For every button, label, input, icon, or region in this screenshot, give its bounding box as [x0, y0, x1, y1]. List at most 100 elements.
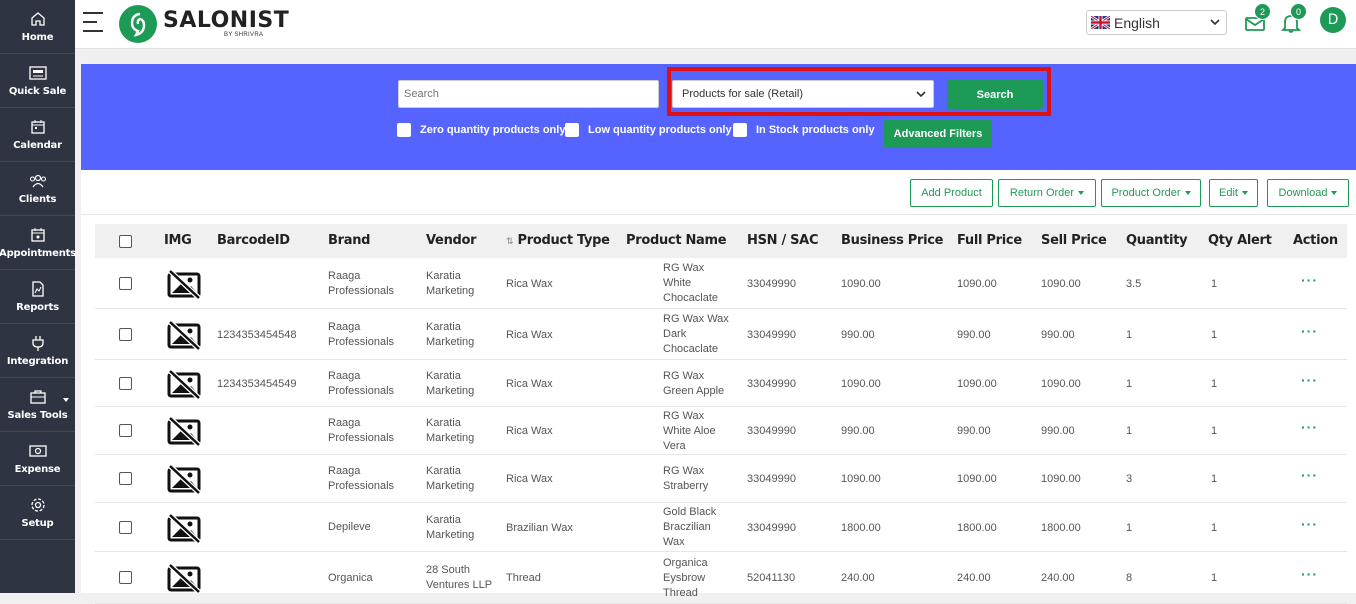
download-button[interactable]: Download	[1267, 179, 1349, 207]
full-price-cell: 990.00	[957, 329, 991, 341]
more-actions-icon[interactable]: ···	[1301, 419, 1318, 435]
column-img: IMG	[164, 233, 192, 248]
column-barcode[interactable]: BarcodeID	[217, 233, 290, 248]
sidebar-item-reports[interactable]: Reports	[0, 270, 75, 324]
barcode-cell: 1234353454549	[217, 378, 297, 390]
column-quantity[interactable]: Quantity	[1126, 233, 1188, 248]
low-quantity-checkbox[interactable]	[565, 123, 579, 137]
row-checkbox[interactable]	[119, 472, 132, 485]
sidebar-item-label: Quick Sale	[8, 86, 67, 97]
full-price-cell: 1090.00	[957, 473, 997, 485]
sidebar-item-calendar[interactable]: Calendar	[0, 108, 75, 162]
messages-button[interactable]: 2	[1243, 3, 1271, 34]
business-price-cell: 240.00	[841, 572, 875, 584]
product-name-cell-line: RG Wax	[663, 370, 705, 382]
sidebar-item-expense[interactable]: Expense	[0, 432, 75, 486]
row-checkbox[interactable]	[119, 521, 132, 534]
select-all-checkbox[interactable]	[119, 235, 132, 248]
product-name-cell-line: Straberry	[663, 480, 709, 492]
low-quantity-filter[interactable]: Low quantity products only	[565, 123, 732, 137]
column-product-type-label: Product Type	[517, 233, 610, 248]
column-full-price[interactable]: Full Price	[957, 233, 1022, 248]
product-name-cell-line: Chocaclate	[663, 292, 719, 304]
business-price-cell: 990.00	[841, 329, 875, 341]
sidebar-item-setup[interactable]: Setup	[0, 486, 75, 540]
add-product-button[interactable]: Add Product	[910, 179, 993, 207]
full-price-cell: 1090.00	[957, 278, 997, 290]
sidebar-item-appointments[interactable]: Appointments	[0, 216, 76, 270]
table-row: Raaga Professionals Karatia Marketing Rica W…	[95, 258, 1347, 309]
column-product-name[interactable]: Product Name	[626, 233, 727, 248]
sidebar-item-label: Reports	[16, 302, 59, 313]
brand-cell-line: Raaga	[328, 370, 361, 382]
vendor-cell-line: Karatia	[426, 270, 461, 282]
column-qty-alert[interactable]: Qty Alert	[1208, 233, 1272, 248]
qty-alert-cell: 1	[1211, 329, 1218, 341]
column-business-price[interactable]: Business Price	[841, 233, 943, 248]
zero-quantity-filter[interactable]: Zero quantity products only	[397, 123, 565, 137]
chevron-down-icon	[1184, 191, 1191, 195]
business-price-cell: 1800.00	[841, 522, 881, 534]
vendor-cell-line: Karatia	[426, 514, 461, 526]
sidebar-item-sales-tools[interactable]: Sales Tools	[0, 378, 75, 432]
product-name-cell-line: RG Wax	[663, 262, 705, 274]
in-stock-label: In Stock products only	[756, 124, 875, 136]
row-checkbox[interactable]	[119, 571, 132, 584]
more-actions-icon[interactable]: ···	[1301, 323, 1318, 339]
product-order-button[interactable]: Product Order	[1101, 179, 1201, 207]
in-stock-filter[interactable]: In Stock products only	[733, 123, 875, 137]
quantity-cell: 3	[1126, 473, 1133, 485]
report-icon	[31, 281, 44, 297]
brand-cell: Raaga Professionals	[328, 416, 394, 446]
column-product-type[interactable]: ⇅ Product Type	[506, 233, 610, 248]
column-vendor[interactable]: Vendor	[426, 233, 477, 248]
edit-label: Edit	[1219, 187, 1238, 199]
hsn-cell: 33049990	[747, 278, 796, 290]
notifications-button[interactable]: 0	[1279, 3, 1307, 34]
sidebar-item-integration[interactable]: Integration	[0, 324, 75, 378]
sidebar-item-home[interactable]: Home	[0, 0, 75, 54]
business-price-cell: 990.00	[841, 425, 875, 437]
qty-alert-cell: 1	[1211, 425, 1218, 437]
language-select[interactable]: English	[1086, 10, 1227, 35]
search-button[interactable]: Search	[947, 80, 1043, 109]
advanced-filters-button[interactable]: Advanced Filters	[884, 120, 992, 148]
row-checkbox[interactable]	[119, 424, 132, 437]
search-input[interactable]	[398, 80, 659, 108]
more-actions-icon[interactable]: ···	[1301, 516, 1318, 532]
full-price-cell: 1090.00	[957, 378, 997, 390]
return-order-button[interactable]: Return Order	[998, 179, 1096, 207]
zero-quantity-checkbox[interactable]	[397, 123, 411, 137]
in-stock-checkbox[interactable]	[733, 123, 747, 137]
product-name-cell-line: RG Wax Wax	[663, 313, 729, 325]
sidebar-item-quick-sale[interactable]: Quick Sale	[0, 54, 75, 108]
avatar[interactable]: D	[1320, 7, 1346, 33]
more-actions-icon[interactable]: ···	[1301, 467, 1318, 483]
row-checkbox[interactable]	[119, 328, 132, 341]
column-hsn[interactable]: HSN / SAC	[747, 233, 818, 248]
brand-cell-line: Organica	[328, 572, 373, 584]
row-checkbox[interactable]	[119, 377, 132, 390]
logo[interactable]: SALONIST BY SHRIVRA	[119, 5, 289, 43]
vendor-cell-line: Karatia	[426, 321, 461, 333]
uk-flag-icon	[1091, 16, 1110, 29]
briefcase-icon	[29, 390, 46, 404]
more-actions-icon[interactable]: ···	[1301, 372, 1318, 388]
edit-button[interactable]: Edit	[1209, 179, 1258, 207]
more-actions-icon[interactable]: ···	[1301, 272, 1318, 288]
barcode-cell: 1234353454548	[217, 329, 297, 341]
product-type-select[interactable]: Products for sale (Retail)	[672, 80, 934, 108]
column-sell-price[interactable]: Sell Price	[1041, 233, 1107, 248]
more-actions-icon[interactable]: ···	[1301, 566, 1318, 582]
register-icon	[28, 66, 47, 80]
column-brand[interactable]: Brand	[328, 233, 370, 248]
logo-mark	[119, 5, 157, 43]
product-name-cell-line: White Aloe	[663, 425, 716, 437]
brand-cell-line: Professionals	[328, 285, 395, 297]
qty-alert-cell: 1	[1211, 378, 1218, 390]
sidebar-item-clients[interactable]: Clients	[0, 162, 75, 216]
menu-icon[interactable]	[83, 12, 103, 34]
vendor-cell-line: Marketing	[426, 385, 475, 397]
brand-cell-line: Professionals	[328, 336, 395, 348]
row-checkbox[interactable]	[119, 277, 132, 290]
